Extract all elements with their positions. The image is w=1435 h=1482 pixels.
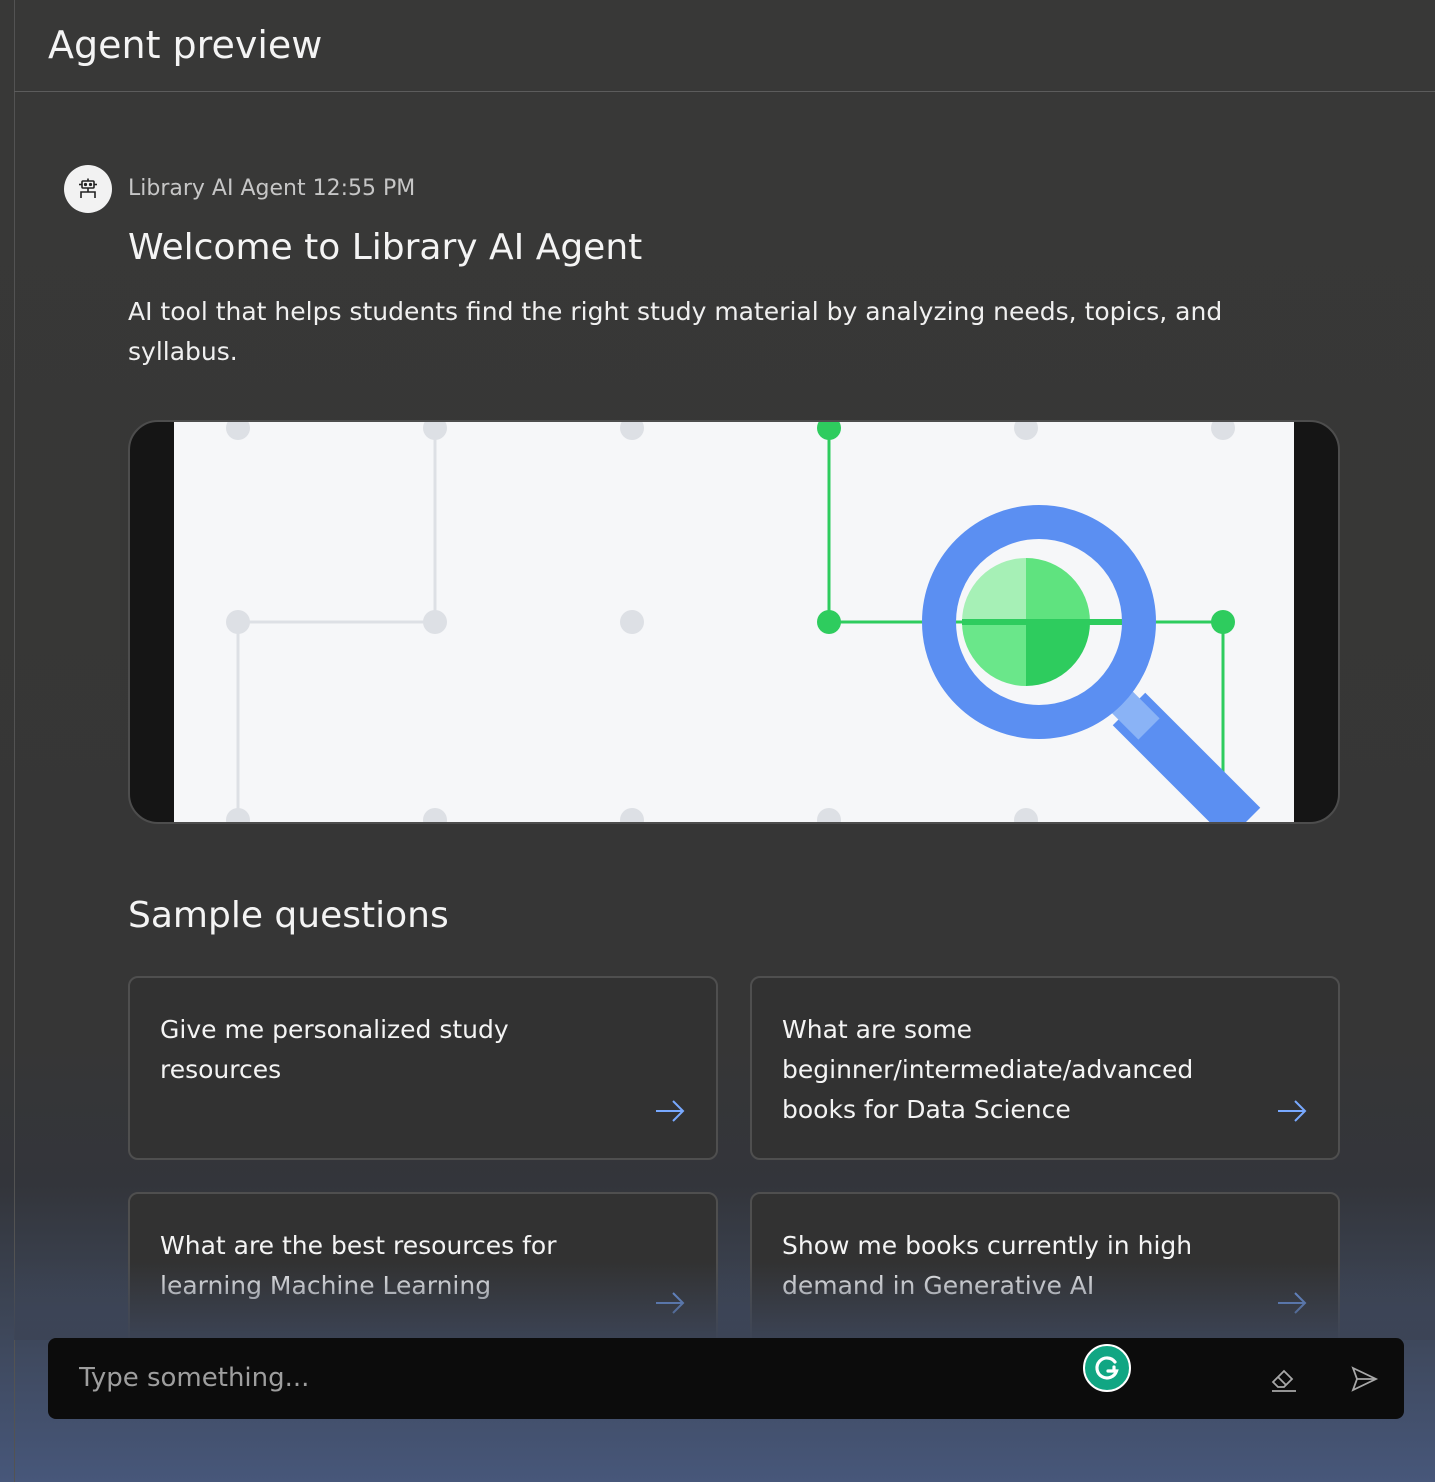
eraser-icon[interactable] xyxy=(1269,1364,1299,1394)
send-icon[interactable] xyxy=(1349,1364,1379,1394)
arrow-right-icon xyxy=(656,1100,685,1122)
agent-description: AI tool that helps students find the rig… xyxy=(128,297,1223,366)
chat-input[interactable] xyxy=(79,1358,979,1398)
chat-input-bar xyxy=(48,1338,1404,1419)
hero-illustration xyxy=(128,420,1340,824)
robot-icon xyxy=(79,178,97,198)
message-time: 12:55 PM xyxy=(312,176,416,201)
panel-title: Agent preview xyxy=(48,23,323,67)
sample-question-text: Give me personalized study resources xyxy=(160,1015,509,1084)
scroll-fade xyxy=(14,1262,1435,1340)
sample-question-text: What are some beginner/intermediate/adva… xyxy=(782,1015,1194,1124)
left-divider xyxy=(14,0,15,1482)
sample-question-card[interactable]: What are some beginner/intermediate/adva… xyxy=(750,976,1340,1160)
sample-question-card[interactable]: Give me personalized study resources xyxy=(128,976,718,1160)
sample-questions-title: Sample questions xyxy=(128,895,449,936)
agent-name: Library AI Agent xyxy=(128,176,306,201)
agent-avatar xyxy=(64,165,112,213)
arrow-right-icon xyxy=(1278,1100,1307,1122)
grammarly-icon[interactable] xyxy=(1083,1344,1131,1392)
welcome-title: Welcome to Library AI Agent xyxy=(128,227,643,268)
magnifying-glass-icon xyxy=(174,422,1294,822)
message-meta: Library AI Agent 12:55 PM xyxy=(128,174,415,204)
panel-header: Agent preview xyxy=(14,0,1435,92)
